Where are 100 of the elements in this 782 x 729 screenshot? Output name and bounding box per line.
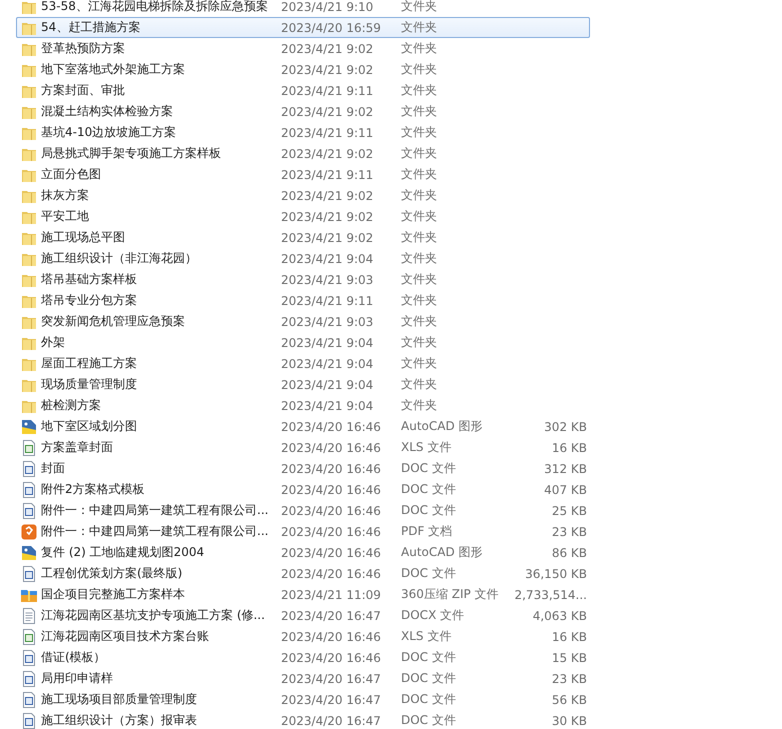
file-row[interactable]: 平安工地 2023/4/21 9:02 文件夹 bbox=[16, 206, 590, 227]
file-row[interactable]: 53-58、江海花园电梯拆除及拆除应急预案 2023/4/21 9:10 文件夹 bbox=[16, 0, 590, 17]
file-type: 文件夹 bbox=[401, 0, 438, 15]
file-row[interactable]: 附件2方案格式模板 2023/4/20 16:46 DOC 文件 407 KB bbox=[16, 479, 590, 500]
file-row[interactable]: 塔吊基础方案样板 2023/4/21 9:03 文件夹 bbox=[16, 269, 590, 290]
file-row[interactable]: 附件一：中建四局第一建筑工程有限公司... 2023/4/20 16:46 PDF 文档 23 KB bbox=[16, 521, 590, 542]
file-type: 文件夹 bbox=[401, 250, 438, 267]
modified-date: 2023/4/21 11:09 bbox=[281, 588, 382, 602]
file-name: 复件 (2) 工地临建规划图2004 bbox=[41, 544, 206, 561]
modified-date: 2023/4/21 9:11 bbox=[281, 84, 374, 98]
file-row[interactable]: 江海花园南区基坑支护专项施工方案 (修... 2023/4/20 16:47 DOCX 文件 4,063 KB bbox=[16, 605, 590, 626]
modified-date: 2023/4/21 9:04 bbox=[281, 398, 374, 412]
file-row[interactable]: 施工现场总平图 2023/4/21 9:02 文件夹 bbox=[16, 227, 590, 248]
file-row[interactable]: 方案盖章封面 2023/4/20 16:46 XLS 文件 16 KB bbox=[16, 437, 590, 458]
file-row[interactable]: 施工现场项目部质量管理制度 2023/4/20 16:47 DOC 文件 56 KB bbox=[16, 689, 590, 710]
document-file-icon bbox=[21, 566, 37, 582]
file-row[interactable]: 施工组织设计（非江海花园） 2023/4/21 9:04 文件夹 bbox=[16, 248, 590, 269]
modified-date: 2023/4/20 16:46 bbox=[281, 566, 382, 580]
file-name: 局悬挑式脚手架专项施工方案样板 bbox=[41, 145, 222, 162]
file-type: XLS 文件 bbox=[401, 439, 452, 456]
file-type: DOC 文件 bbox=[401, 712, 457, 729]
file-name: 江海花园南区项目技术方案台账 bbox=[41, 628, 210, 645]
file-name: 施工现场总平图 bbox=[41, 229, 126, 246]
file-name: 平安工地 bbox=[41, 208, 90, 225]
modified-date: 2023/4/20 16:47 bbox=[281, 672, 382, 686]
file-row[interactable]: 桩检测方案 2023/4/21 9:04 文件夹 bbox=[16, 395, 590, 416]
file-size: 15 KB bbox=[552, 650, 587, 664]
file-name: 抹灰方案 bbox=[41, 187, 90, 204]
file-type: XLS 文件 bbox=[401, 628, 452, 645]
file-size: 4,063 KB bbox=[532, 608, 587, 622]
modified-date: 2023/4/21 9:02 bbox=[281, 42, 374, 56]
file-row[interactable]: 借证(模板） 2023/4/20 16:46 DOC 文件 15 KB bbox=[16, 647, 590, 668]
modified-date: 2023/4/21 9:02 bbox=[281, 230, 374, 244]
modified-date: 2023/4/20 16:46 bbox=[281, 504, 382, 518]
file-row[interactable]: 封面 2023/4/20 16:46 DOC 文件 312 KB bbox=[16, 458, 590, 479]
file-type: AutoCAD 图形 bbox=[401, 418, 484, 435]
document-file-icon bbox=[21, 502, 37, 518]
modified-date: 2023/4/20 16:46 bbox=[281, 524, 382, 538]
document-file-icon bbox=[21, 670, 37, 686]
file-row[interactable]: 混凝土结构实体检验方案 2023/4/21 9:02 文件夹 bbox=[16, 101, 590, 122]
file-type: AutoCAD 图形 bbox=[401, 544, 484, 561]
file-row[interactable]: 外架 2023/4/21 9:04 文件夹 bbox=[16, 332, 590, 353]
file-row[interactable]: 立面分色图 2023/4/21 9:11 文件夹 bbox=[16, 164, 590, 185]
modified-date: 2023/4/20 16:46 bbox=[281, 630, 382, 644]
file-name: 江海花园南区基坑支护专项施工方案 (修... bbox=[41, 607, 266, 624]
modified-date: 2023/4/21 9:02 bbox=[281, 210, 374, 224]
file-name: 施工组织设计（方案）报审表 bbox=[41, 712, 198, 729]
file-row[interactable]: 基坑4-10边放坡施工方案 2023/4/21 9:11 文件夹 bbox=[16, 122, 590, 143]
modified-date: 2023/4/21 9:11 bbox=[281, 126, 374, 140]
file-name: 混凝土结构实体检验方案 bbox=[41, 103, 174, 120]
file-type: 文件夹 bbox=[401, 292, 438, 309]
file-row[interactable]: 抹灰方案 2023/4/21 9:02 文件夹 bbox=[16, 185, 590, 206]
file-name: 封面 bbox=[41, 460, 66, 477]
document-file-icon bbox=[21, 460, 37, 476]
modified-date: 2023/4/21 9:02 bbox=[281, 188, 374, 202]
modified-date: 2023/4/20 16:47 bbox=[281, 714, 382, 728]
drawing-file-icon bbox=[21, 544, 37, 560]
file-row[interactable]: 江海花园南区项目技术方案台账 2023/4/20 16:46 XLS 文件 16 KB bbox=[16, 626, 590, 647]
file-name: 53-58、江海花园电梯拆除及拆除应急预案 bbox=[41, 0, 269, 15]
file-row[interactable]: 地下室区域划分图 2023/4/20 16:46 AutoCAD 图形 302 KB bbox=[16, 416, 590, 437]
modified-date: 2023/4/20 16:46 bbox=[281, 440, 382, 454]
file-row[interactable]: 屋面工程施工方案 2023/4/21 9:04 文件夹 bbox=[16, 353, 590, 374]
file-name: 屋面工程施工方案 bbox=[41, 355, 138, 372]
file-row[interactable]: 登革热预防方案 2023/4/21 9:02 文件夹 bbox=[16, 38, 590, 59]
file-name: 施工组织设计（非江海花园） bbox=[41, 250, 198, 267]
file-row[interactable]: 突发新闻危机管理应急预案 2023/4/21 9:03 文件夹 bbox=[16, 311, 590, 332]
file-row[interactable]: 54、赶工措施方案 2023/4/20 16:59 文件夹 bbox=[16, 17, 590, 38]
document-file-icon bbox=[21, 692, 37, 708]
file-row[interactable]: 施工组织设计（方案）报审表 2023/4/20 16:47 DOC 文件 30 KB bbox=[16, 710, 590, 729]
file-row[interactable]: 附件一：中建四局第一建筑工程有限公司... 2023/4/20 16:46 DOC 文件 25 KB bbox=[16, 500, 590, 521]
file-row[interactable]: 方案封面、审批 2023/4/21 9:11 文件夹 bbox=[16, 80, 590, 101]
file-name: 立面分色图 bbox=[41, 166, 102, 183]
file-type: 文件夹 bbox=[401, 271, 438, 288]
modified-date: 2023/4/20 16:46 bbox=[281, 462, 382, 476]
file-type: 文件夹 bbox=[401, 124, 438, 141]
file-name: 地下室区域划分图 bbox=[41, 418, 138, 435]
file-row[interactable]: 塔吊专业分包方案 2023/4/21 9:11 文件夹 bbox=[16, 290, 590, 311]
file-row[interactable]: 工程创优策划方案(最终版) 2023/4/20 16:46 DOC 文件 36,150 KB bbox=[16, 563, 590, 584]
file-name: 国企项目完整施工方案样本 bbox=[41, 586, 186, 603]
file-name: 附件2方案格式模板 bbox=[41, 481, 146, 498]
file-row[interactable]: 局悬挑式脚手架专项施工方案样板 2023/4/21 9:02 文件夹 bbox=[16, 143, 590, 164]
file-row[interactable]: 现场质量管理制度 2023/4/21 9:04 文件夹 bbox=[16, 374, 590, 395]
file-row[interactable]: 国企项目完整施工方案样本 2023/4/21 11:09 360压缩 ZIP 文件 2,733,514... bbox=[16, 584, 590, 605]
file-name: 方案盖章封面 bbox=[41, 439, 114, 456]
file-row[interactable]: 复件 (2) 工地临建规划图2004 2023/4/20 16:46 AutoCAD 图形 86 KB bbox=[16, 542, 590, 563]
modified-date: 2023/4/20 16:46 bbox=[281, 546, 382, 560]
file-name: 桩检测方案 bbox=[41, 397, 102, 414]
modified-date: 2023/4/21 9:10 bbox=[281, 0, 374, 14]
file-row[interactable]: 局用印申请样 2023/4/20 16:47 DOC 文件 23 KB bbox=[16, 668, 590, 689]
file-row[interactable]: 地下室落地式外架施工方案 2023/4/21 9:02 文件夹 bbox=[16, 59, 590, 80]
modified-date: 2023/4/20 16:46 bbox=[281, 482, 382, 496]
file-type: DOC 文件 bbox=[401, 460, 457, 477]
file-name: 工程创优策划方案(最终版) bbox=[41, 565, 184, 582]
spreadsheet-file-icon bbox=[21, 440, 37, 456]
file-type: 文件夹 bbox=[401, 187, 438, 204]
modified-date: 2023/4/21 9:03 bbox=[281, 272, 374, 286]
file-type: DOC 文件 bbox=[401, 670, 457, 687]
modified-date: 2023/4/21 9:02 bbox=[281, 62, 374, 76]
file-name: 54、赶工措施方案 bbox=[41, 19, 142, 36]
modified-date: 2023/4/21 9:11 bbox=[281, 294, 374, 308]
